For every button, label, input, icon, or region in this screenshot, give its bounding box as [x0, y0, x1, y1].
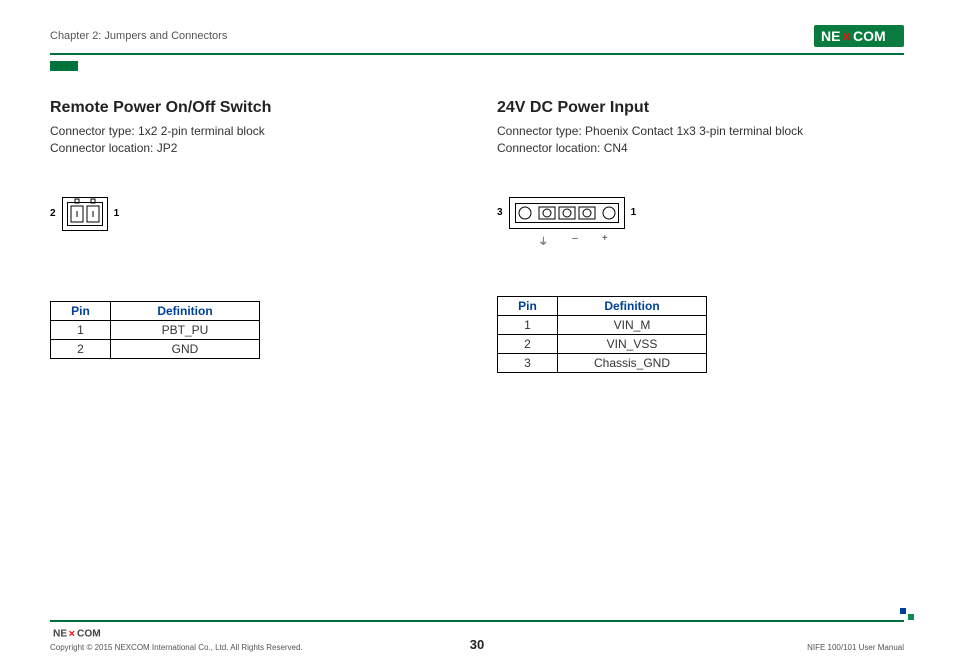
col-head-pin: Pin [51, 301, 111, 320]
left-type-line: Connector type: 1x2 2-pin terminal block [50, 123, 457, 140]
main-content: Remote Power On/Off Switch Connector typ… [50, 99, 904, 373]
page-header: Chapter 2: Jumpers and Connectors NE ✕ C… [50, 25, 904, 47]
col-head-definition: Definition [558, 296, 707, 315]
doc-name: NIFE 100/101 User Manual [807, 643, 904, 652]
left-loc-line: Connector location: JP2 [50, 140, 457, 157]
ground-icon: ⏚ [538, 233, 548, 248]
brand-logo-top: NE ✕ COM [814, 25, 904, 47]
cn4-connector-icon [509, 197, 625, 229]
cn4-pinout-table: Pin Definition 1 VIN_M 2 VIN_VSS 3 Chass… [497, 296, 707, 373]
def-cell: GND [111, 339, 260, 358]
left-section-desc: Connector type: 1x2 2-pin terminal block… [50, 123, 457, 157]
jp2-pinout-table: Pin Definition 1 PBT_PU 2 GND [50, 301, 260, 359]
def-cell: Chassis_GND [558, 353, 707, 372]
table-row: 2 GND [51, 339, 260, 358]
cn4-pin3-label: 3 [497, 207, 503, 218]
accent-bar [50, 61, 78, 71]
svg-text:NE: NE [53, 629, 67, 640]
pin-cell: 2 [498, 334, 558, 353]
table-row: 1 VIN_M [498, 315, 707, 334]
cn4-polarity-row: ⏚ – + [515, 233, 631, 248]
brand-logo-bottom: NE ✕ COM [50, 625, 120, 641]
svg-text:✕: ✕ [68, 629, 75, 639]
table-header-row: Pin Definition [51, 301, 260, 320]
plus-icon: + [602, 233, 608, 248]
pin-cell: 1 [51, 320, 111, 339]
def-cell: VIN_M [558, 315, 707, 334]
table-header-row: Pin Definition [498, 296, 707, 315]
table-row: 2 VIN_VSS [498, 334, 707, 353]
jp2-connector-icon [62, 197, 108, 231]
table-row: 3 Chassis_GND [498, 353, 707, 372]
right-type-line: Connector type: Phoenix Contact 1x3 3-pi… [497, 123, 904, 140]
col-head-definition: Definition [111, 301, 260, 320]
jp2-pin2-label: 2 [50, 208, 56, 219]
footer-shapes-icon [900, 608, 914, 620]
pin-cell: 1 [498, 315, 558, 334]
page-footer: NE ✕ COM Copyright © 2015 NEXCOM Interna… [50, 620, 904, 652]
svg-text:COM: COM [853, 28, 886, 44]
chapter-title: Chapter 2: Jumpers and Connectors [50, 30, 227, 42]
pin-cell: 3 [498, 353, 558, 372]
right-column: 24V DC Power Input Connector type: Phoen… [497, 99, 904, 373]
left-column: Remote Power On/Off Switch Connector typ… [50, 99, 457, 373]
cn4-pin1-label: 1 [631, 207, 637, 218]
col-head-pin: Pin [498, 296, 558, 315]
table-row: 1 PBT_PU [51, 320, 260, 339]
left-section-title: Remote Power On/Off Switch [50, 99, 457, 117]
right-section-title: 24V DC Power Input [497, 99, 904, 117]
footer-rule [50, 620, 904, 622]
right-loc-line: Connector location: CN4 [497, 140, 904, 157]
def-cell: VIN_VSS [558, 334, 707, 353]
cn4-diagram: 3 1 ⏚ – + [497, 197, 904, 248]
svg-text:✕: ✕ [842, 30, 852, 44]
right-section-desc: Connector type: Phoenix Contact 1x3 3-pi… [497, 123, 904, 157]
header-rule [50, 53, 904, 55]
jp2-pin1-label: 1 [114, 208, 120, 219]
copyright-text: Copyright © 2015 NEXCOM International Co… [50, 643, 303, 652]
pin-cell: 2 [51, 339, 111, 358]
minus-icon: – [572, 233, 578, 248]
def-cell: PBT_PU [111, 320, 260, 339]
page-number: 30 [470, 637, 484, 652]
svg-text:COM: COM [77, 629, 101, 640]
svg-text:NE: NE [821, 28, 840, 44]
jp2-diagram: 2 1 [50, 197, 457, 231]
